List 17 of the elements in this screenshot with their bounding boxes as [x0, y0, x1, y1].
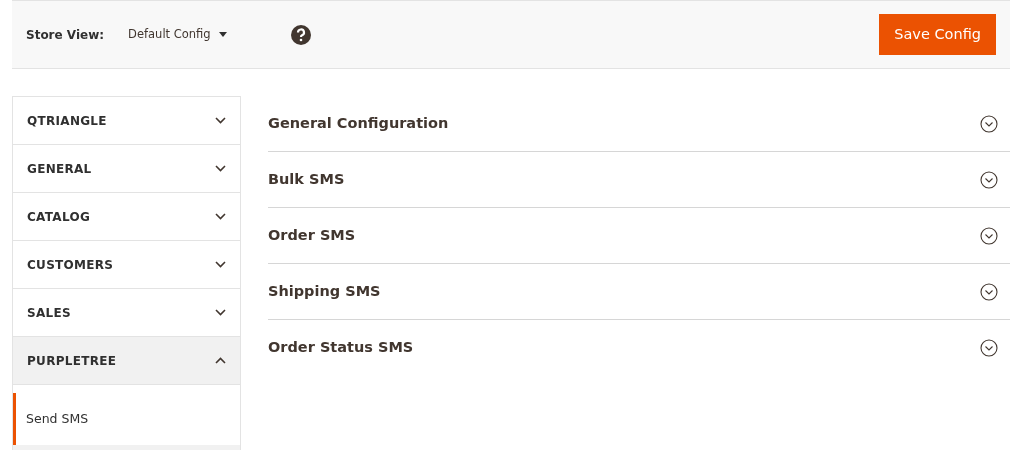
section-header[interactable]: Order Status SMS	[268, 320, 1010, 376]
chevron-down-icon	[215, 309, 226, 316]
section-header[interactable]: Shipping SMS	[268, 264, 1010, 320]
section-header[interactable]: Bulk SMS	[268, 152, 1010, 208]
store-view-dropdown[interactable]: Default Config	[128, 25, 227, 44]
help-icon[interactable]	[290, 24, 311, 45]
chevron-down-icon	[215, 261, 226, 268]
section-header[interactable]: Order SMS	[268, 208, 1010, 264]
chevron-down-icon	[215, 213, 226, 220]
chevron-down-icon	[215, 165, 226, 172]
store-view-label: Store View:	[26, 26, 105, 44]
chevron-down-icon	[215, 117, 226, 124]
sidebar-item[interactable]: PURPLETREE	[13, 337, 240, 385]
section-header[interactable]: General Configuration	[268, 96, 1010, 152]
chevron-up-icon	[215, 357, 226, 364]
caret-icon	[218, 32, 227, 37]
save-config-button[interactable]: Save Config	[879, 13, 996, 56]
